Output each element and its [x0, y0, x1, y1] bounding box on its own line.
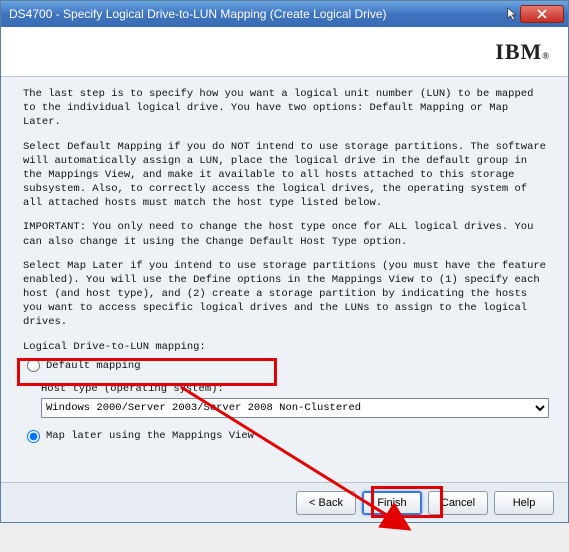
window-title: DS4700 - Specify Logical Drive-to-LUN Ma… [9, 7, 502, 21]
radio-map-later-label: Map later using the Mappings View [46, 429, 254, 443]
cancel-button[interactable]: Cancel [428, 491, 488, 515]
help-button[interactable]: Help [494, 491, 554, 515]
dialog-footer: < Back Finish Cancel Help [1, 482, 568, 522]
titlebar: DS4700 - Specify Logical Drive-to-LUN Ma… [1, 1, 568, 27]
host-type-label: Host type (operating system): [41, 382, 550, 396]
host-type-select[interactable]: Windows 2000/Server 2003/Server 2008 Non… [41, 398, 549, 418]
back-button[interactable]: < Back [296, 491, 356, 515]
ibm-logo: IBM® [495, 39, 550, 65]
close-button[interactable] [520, 5, 564, 23]
radio-map-later[interactable]: Map later using the Mappings View [23, 426, 550, 446]
radio-default-mapping[interactable]: Default mapping [23, 356, 550, 376]
radio-default-mapping-input[interactable] [27, 359, 40, 372]
radio-map-later-input[interactable] [27, 430, 40, 443]
mapping-section-label: Logical Drive-to-LUN mapping: [23, 340, 550, 354]
dialog-window: DS4700 - Specify Logical Drive-to-LUN Ma… [0, 0, 569, 523]
dialog-header: IBM® [1, 27, 568, 77]
intro-para-4: Select Map Later if you intend to use st… [23, 259, 550, 330]
finish-button[interactable]: Finish [362, 491, 422, 515]
dialog-content: The last step is to specify how you want… [1, 77, 568, 482]
intro-para-3: IMPORTANT: You only need to change the h… [23, 220, 550, 248]
intro-para-1: The last step is to specify how you want… [23, 87, 550, 130]
cursor-icon [506, 7, 520, 21]
intro-para-2: Select Default Mapping if you do NOT int… [23, 140, 550, 211]
radio-default-mapping-label: Default mapping [46, 359, 141, 373]
